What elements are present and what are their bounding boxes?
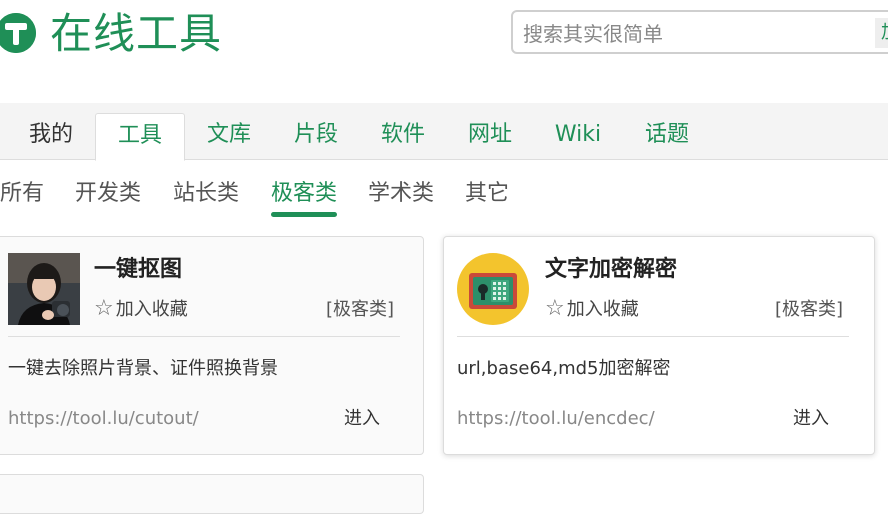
tab-wiki[interactable]: Wiki [548,113,608,160]
subnav-webmaster[interactable]: 站长类 [173,178,239,210]
card-url[interactable]: https://tool.lu/cutout/ [8,405,199,433]
subnav-all[interactable]: 所有 [0,178,44,210]
search-box: 加 [511,10,888,54]
tool-card[interactable]: 一键抠图 ☆ 加入收藏 [极客类] 一键去除照片背景、证件照换背景 https:/… [0,236,424,455]
subnav-academic[interactable]: 学术类 [368,178,434,210]
star-icon: ☆ [545,296,565,321]
star-icon: ☆ [94,296,114,321]
card-divider [8,336,400,337]
card-title[interactable]: 一键抠图 [94,255,182,285]
card-title[interactable]: 文字加密解密 [545,255,677,285]
site-logo-text[interactable]: 在线工具 [50,8,222,60]
category-tag[interactable]: [极客类] [775,297,843,323]
tool-logo-icon[interactable] [0,13,36,53]
category-tag[interactable]: [极客类] [326,297,394,323]
active-subnav-indicator [271,212,337,217]
portrait-thumbnail[interactable] [8,253,80,325]
card-description: url,base64,md5加密解密 [457,358,671,379]
tool-card[interactable]: 文字加密解密 ☆ 加入收藏 [极客类] url,base64,md5加密解密 ht… [443,236,875,455]
subnav-geek[interactable]: 极客类 [271,178,337,210]
card-divider [457,336,849,337]
favorite-label: 加入收藏 [115,299,188,320]
tab-urls[interactable]: 网址 [457,113,523,160]
tab-software[interactable]: 软件 [370,113,436,160]
favorite-button[interactable]: ☆ 加入收藏 [545,296,639,323]
enter-button[interactable]: 进入 [344,405,380,433]
safe-lock-icon[interactable] [457,253,529,325]
tab-tools[interactable]: 工具 [95,113,185,161]
tab-snippets[interactable]: 片段 [283,113,349,160]
favorite-button[interactable]: ☆ 加入收藏 [94,296,188,323]
enter-button[interactable]: 进入 [793,405,829,433]
tab-library[interactable]: 文库 [196,113,262,160]
card-description: 一键去除照片背景、证件照换背景 [8,358,278,379]
tool-card[interactable] [0,474,424,514]
favorite-label: 加入收藏 [566,299,639,320]
tab-topics[interactable]: 话题 [634,113,700,160]
card-url[interactable]: https://tool.lu/encdec/ [457,405,655,433]
main-nav: 我的 工具 文库 片段 软件 网址 Wiki 话题 [0,103,888,161]
subnav-dev[interactable]: 开发类 [75,178,141,210]
search-button[interactable]: 加 [875,18,888,48]
search-input[interactable] [521,20,875,48]
tab-mine[interactable]: 我的 [18,113,84,160]
subnav-other[interactable]: 其它 [465,178,509,210]
